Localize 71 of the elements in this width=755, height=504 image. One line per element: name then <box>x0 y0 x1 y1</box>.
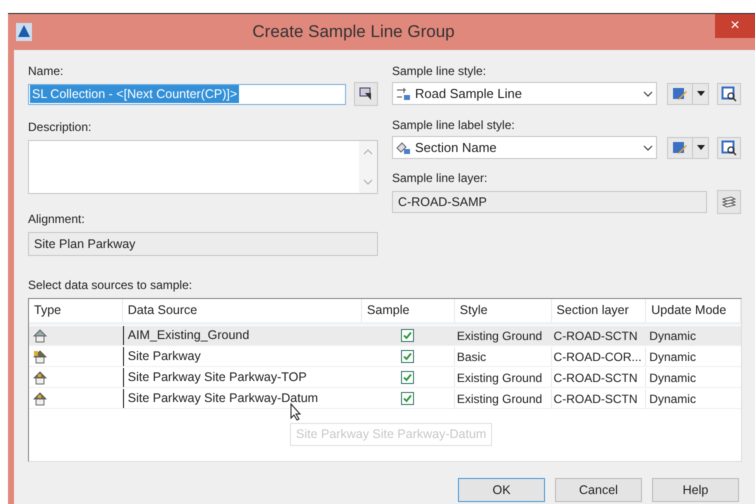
table-cell-text: Dynamic <box>649 348 696 366</box>
house-icon <box>33 370 47 384</box>
close-button[interactable]: × <box>715 14 755 38</box>
table-cell-text: Site Parkway Site Parkway-Datum <box>128 390 318 408</box>
dialog-button[interactable]: Help <box>652 478 739 502</box>
table-row[interactable]: Site Parkway Site Parkway-TOP Existing Ground C-ROAD-SCTN Dynamic <box>29 368 741 388</box>
chevron-down-icon <box>643 144 653 150</box>
table-label: Select data sources to sample: <box>28 277 194 294</box>
name-template-button[interactable] <box>354 82 378 106</box>
house-icon <box>33 392 47 406</box>
layer-field: C-ROAD-SAMP <box>392 191 707 213</box>
pencil-icon <box>672 86 688 102</box>
table-cell-text: Dynamic <box>649 390 696 408</box>
style-dropdown[interactable]: Section Name <box>392 136 657 159</box>
table-cell-text: Existing Ground <box>456 328 542 344</box>
dialog-button[interactable]: Cancel <box>555 478 642 502</box>
label-tag-icon <box>396 140 412 154</box>
checkbox[interactable] <box>401 329 414 342</box>
house-icon <box>33 328 47 342</box>
column-header[interactable]: Style <box>454 299 552 322</box>
table-cell-text: Existing Ground <box>456 390 542 408</box>
column-header[interactable]: Sample <box>362 299 455 322</box>
field-label: Alignment: <box>28 211 86 228</box>
table-cell-text: C-ROAD-SCTN <box>554 328 638 344</box>
app-logo-icon <box>16 23 32 41</box>
template-icon <box>359 87 373 101</box>
column-header[interactable]: Update Mode <box>646 299 741 322</box>
table-row[interactable]: Site Parkway Basic C-ROAD-COR... Dynamic <box>29 347 741 367</box>
sample-line-icon <box>396 86 412 100</box>
house-icon <box>33 350 47 364</box>
layers-icon <box>721 195 737 209</box>
table-cell-text: AIM_Existing_Ground <box>128 327 250 344</box>
layer-button[interactable] <box>717 190 741 214</box>
style-dropdown[interactable]: Road Sample Line <box>392 82 657 105</box>
caret-icon <box>696 145 704 150</box>
edit-style-button[interactable] <box>667 136 709 158</box>
magnifier-icon <box>721 140 737 156</box>
table-row[interactable]: AIM_Existing_Ground Existing Ground C-ROAD-SCTN Dynamic <box>29 326 741 346</box>
edit-style-button[interactable] <box>667 82 709 104</box>
table-cell-text: Site Parkway <box>128 348 201 366</box>
dialog-button[interactable]: OK <box>458 478 545 502</box>
chevron-down-icon <box>643 90 653 96</box>
table-cell-text: Existing Ground <box>456 370 542 386</box>
table-cell-text: Dynamic <box>649 328 696 344</box>
magnifier-icon <box>721 86 737 102</box>
table-cell-text: C-ROAD-SCTN <box>554 390 638 408</box>
field-label: Description: <box>28 119 92 136</box>
field-label: Sample line layer: <box>392 170 488 187</box>
field-label: Name: <box>28 63 64 80</box>
alignment-field: Site Plan Parkway <box>28 232 378 256</box>
preview-button[interactable] <box>717 136 741 158</box>
table-cell-text: C-ROAD-COR... <box>554 348 642 366</box>
pencil-icon <box>672 140 688 156</box>
window-title: Create Sample Line Group <box>251 21 456 44</box>
table-row[interactable]: Site Parkway Site Parkway-Datum Existing Ground C-ROAD-SCTN Dynamic <box>29 389 741 409</box>
table-cell-text: C-ROAD-SCTN <box>554 370 638 386</box>
mouse-cursor-icon <box>290 403 302 421</box>
checkbox[interactable] <box>401 350 414 363</box>
table-cell-text: Dynamic <box>649 370 696 386</box>
column-header[interactable]: Type <box>29 299 123 322</box>
preview-button[interactable] <box>717 82 741 104</box>
checkbox[interactable] <box>401 392 414 405</box>
table-cell-text: Site Parkway Site Parkway-TOP <box>128 369 307 386</box>
field-label: Sample line label style: <box>392 117 516 134</box>
selected-text: SL Collection - <[Next Counter(CP)]> <box>30 84 240 104</box>
column-header[interactable]: Data Source <box>122 299 362 322</box>
table-cell-text: Basic <box>456 348 486 366</box>
checkbox[interactable] <box>401 371 414 384</box>
field-label: Sample line style: <box>392 63 488 80</box>
caret-icon <box>696 91 704 96</box>
column-header[interactable]: Section layer <box>552 299 646 322</box>
